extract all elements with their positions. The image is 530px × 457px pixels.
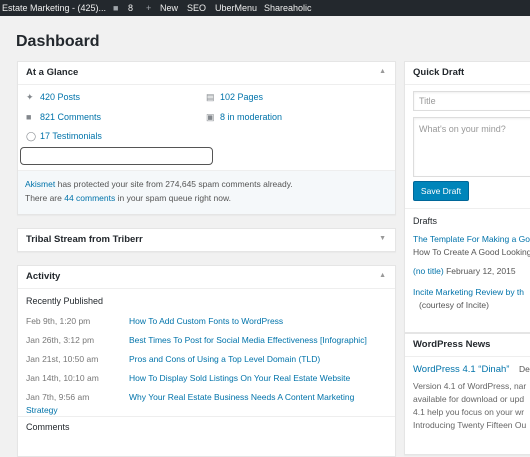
draft-item: (no title) February 12, 2015 bbox=[413, 266, 516, 276]
draft-excerpt: How To Create A Good Looking bbox=[413, 247, 530, 257]
draft-title-link[interactable]: (no title) bbox=[413, 266, 444, 276]
news-excerpt-line: available for download or upd bbox=[413, 394, 525, 404]
seo-menu[interactable]: SEO bbox=[187, 3, 206, 13]
news-excerpt-line: 4.1 help you focus on your wr bbox=[413, 407, 525, 417]
admin-bar: Estate Marketing - (425)... ■ 8 + New SE… bbox=[0, 0, 530, 16]
spam-comments-link[interactable]: 44 comments bbox=[64, 193, 115, 203]
divider bbox=[405, 208, 530, 209]
post-title-link[interactable]: How To Add Custom Fonts to WordPress bbox=[129, 316, 283, 326]
widget-header[interactable]: Tribal Stream from Triberr ▼ bbox=[18, 229, 395, 251]
news-excerpt-line: Version 4.1 of WordPress, nar bbox=[413, 381, 527, 391]
widget-title: Quick Draft bbox=[413, 67, 465, 78]
title-placeholder: Title bbox=[419, 96, 436, 106]
comments-pending-icon: ▣ bbox=[206, 112, 215, 122]
post-title-link-continued[interactable]: Strategy bbox=[26, 405, 58, 415]
posts-count-link[interactable]: ✦ 420 Posts bbox=[26, 92, 80, 103]
save-draft-button[interactable]: Save Draft bbox=[413, 181, 469, 201]
post-title-link[interactable]: Why Your Real Estate Business Needs A Co… bbox=[129, 392, 354, 402]
site-name-link[interactable]: Estate Marketing - (425)... bbox=[2, 3, 106, 13]
moderation-count-link[interactable]: ▣ 8 in moderation bbox=[206, 112, 282, 123]
blank-rounded-box bbox=[20, 147, 213, 165]
widget-title: WordPress News bbox=[413, 339, 491, 350]
post-date: Jan 21st, 10:50 am bbox=[26, 354, 99, 364]
draft-date: February 12, 2015 bbox=[443, 266, 516, 276]
pages-count-link[interactable]: ▤ 102 Pages bbox=[206, 92, 263, 103]
comments-count-link[interactable]: ■ 821 Comments bbox=[26, 112, 101, 122]
draft-title-input[interactable]: Title bbox=[413, 91, 530, 111]
comment-icon: ■ bbox=[26, 112, 32, 122]
divider bbox=[18, 416, 395, 417]
akismet-section: Akismet has protected your site from 274… bbox=[18, 170, 395, 214]
activity-widget: Activity ▲ Recently Published Feb 9th, 1… bbox=[17, 265, 396, 457]
post-date: Feb 9th, 1:20 pm bbox=[26, 316, 91, 326]
news-date: De bbox=[519, 364, 530, 374]
widget-title: Tribal Stream from Triberr bbox=[26, 234, 143, 245]
comments-icon[interactable]: ■ bbox=[113, 3, 118, 13]
news-headline-row: WordPress 4.1 “Dinah” bbox=[413, 364, 509, 375]
quick-draft-widget: Quick Draft Title What's on your mind? S… bbox=[404, 61, 530, 333]
new-content-link[interactable]: New bbox=[160, 3, 178, 13]
content-placeholder: What's on your mind? bbox=[419, 124, 506, 134]
widget-header[interactable]: At a Glance ▲ bbox=[18, 62, 395, 85]
plus-icon[interactable]: + bbox=[146, 3, 151, 13]
draft-title-link[interactable]: The Template For Making a Go bbox=[413, 234, 530, 244]
news-headline-link[interactable]: WordPress 4.1 “Dinah” bbox=[413, 364, 509, 375]
drafts-heading: Drafts bbox=[413, 216, 438, 226]
testimonials-count-link[interactable]: ◯ 17 Testimonials bbox=[26, 131, 102, 142]
pin-icon: ✦ bbox=[26, 92, 34, 102]
expand-arrow-icon[interactable]: ▼ bbox=[379, 235, 386, 242]
circle-icon: ◯ bbox=[26, 131, 37, 141]
widget-header[interactable]: Quick Draft bbox=[405, 62, 530, 85]
comments-count[interactable]: 8 bbox=[128, 3, 133, 13]
spam-queue-line: There are 44 comments in your spam queue… bbox=[25, 193, 232, 203]
ubermenu-menu[interactable]: UberMenu bbox=[215, 3, 257, 13]
wordpress-news-widget: WordPress News WordPress 4.1 “Dinah” De … bbox=[404, 333, 530, 455]
draft-excerpt: (courtesy of Incite) bbox=[419, 300, 489, 310]
post-date: Jan 26th, 3:12 pm bbox=[26, 335, 95, 345]
draft-content-textarea[interactable]: What's on your mind? bbox=[413, 117, 530, 177]
post-date: Jan 7th, 9:56 am bbox=[26, 392, 90, 402]
at-a-glance-widget: At a Glance ▲ ✦ 420 Posts ▤ 102 Pages ■ 821… bbox=[17, 61, 396, 215]
news-excerpt-line: Introducing Twenty Fifteen Ou bbox=[413, 420, 527, 430]
widget-title: Activity bbox=[26, 271, 61, 282]
tribal-stream-widget: Tribal Stream from Triberr ▼ bbox=[17, 228, 396, 252]
post-title-link[interactable]: Pros and Cons of Using a Top Level Domai… bbox=[129, 354, 320, 364]
collapse-arrow-icon[interactable]: ▲ bbox=[379, 272, 386, 279]
shareaholic-menu[interactable]: Shareaholic bbox=[264, 3, 312, 13]
post-title-link[interactable]: Best Times To Post for Social Media Effe… bbox=[129, 335, 367, 345]
akismet-line: Akismet has protected your site from 274… bbox=[25, 179, 293, 189]
post-date: Jan 14th, 10:10 am bbox=[26, 373, 99, 383]
page-title: Dashboard bbox=[16, 33, 100, 50]
collapse-arrow-icon[interactable]: ▲ bbox=[379, 68, 386, 75]
recently-published-heading: Recently Published bbox=[26, 296, 104, 306]
widget-title: At a Glance bbox=[26, 67, 79, 78]
pages-icon: ▤ bbox=[206, 92, 215, 102]
post-title-link[interactable]: How To Display Sold Listings On Your Rea… bbox=[129, 373, 350, 383]
comments-heading: Comments bbox=[26, 422, 70, 432]
widget-header[interactable]: Activity ▲ bbox=[18, 266, 395, 289]
widget-header[interactable]: WordPress News bbox=[405, 334, 530, 357]
draft-title-link[interactable]: Incite Marketing Review by th bbox=[413, 287, 524, 297]
akismet-link[interactable]: Akismet bbox=[25, 179, 55, 189]
